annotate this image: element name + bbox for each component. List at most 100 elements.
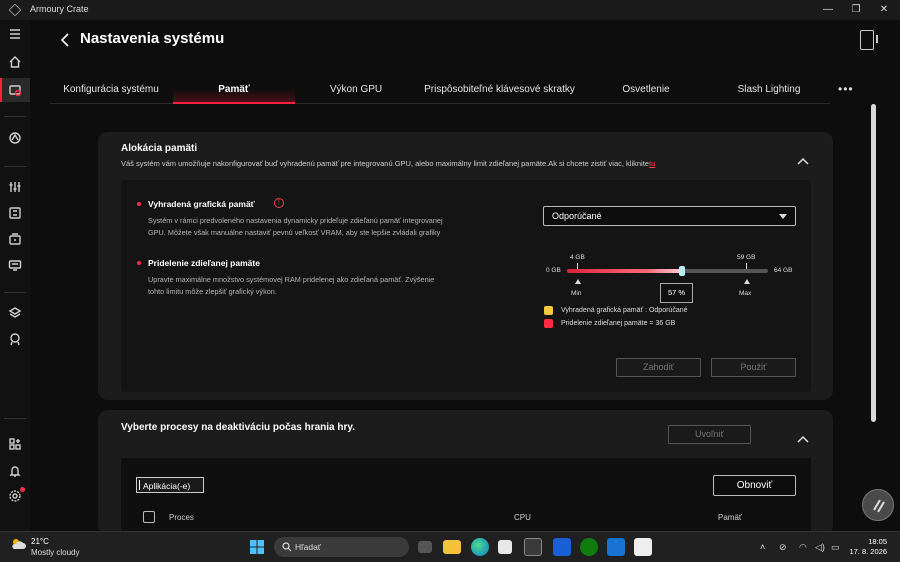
app-icon[interactable] xyxy=(634,538,652,556)
sidebar-divider xyxy=(4,166,26,167)
app-filter-input[interactable]: Aplikácia(-e) xyxy=(136,477,204,493)
myasus-icon[interactable] xyxy=(553,538,571,556)
discard-button[interactable]: Zahodiť xyxy=(616,358,701,377)
window-title: Armoury Crate xyxy=(30,4,89,14)
legend-swatch-dedicated xyxy=(544,306,553,315)
taskbar-search-placeholder: Hľadať xyxy=(295,542,321,552)
title-bar: Armoury Crate — ❐ ✕ xyxy=(0,0,900,20)
text-cursor xyxy=(139,480,140,490)
tab-system-configuration[interactable]: Konfigurácia systému xyxy=(50,80,172,104)
page-title: Nastavenia systému xyxy=(80,30,225,47)
slider-value-tooltip: 57 % xyxy=(660,283,693,303)
select-all-checkbox[interactable] xyxy=(143,511,155,523)
slider-low-mark-label: 4 GB xyxy=(570,254,585,261)
widgets-icon[interactable] xyxy=(7,436,23,452)
column-header-process[interactable]: Proces xyxy=(169,513,194,522)
sidebar-divider xyxy=(4,292,26,293)
weather-condition[interactable]: Mostly cloudy xyxy=(31,548,79,557)
dedicated-memory-desc-line2: GPU. Môžete však manuálne nastaviť pevnú… xyxy=(148,228,441,237)
memory-description-text: Váš systém vám umožňuje nakonfigurovať b… xyxy=(121,159,649,168)
clock-time[interactable]: 18:05 xyxy=(855,537,887,546)
column-header-memory[interactable]: Pamäť xyxy=(718,513,742,522)
tab-gpu-performance[interactable]: Výkon GPU xyxy=(295,80,417,104)
battery-icon[interactable]: ▭ xyxy=(831,542,840,553)
minimize-button[interactable]: — xyxy=(815,2,841,18)
tab-lighting[interactable]: Osvetlenie xyxy=(582,80,710,104)
shared-memory-slider[interactable] xyxy=(567,269,768,273)
search-icon xyxy=(282,542,292,552)
notification-bell-icon[interactable] xyxy=(7,463,23,479)
collapse-chevron-icon[interactable] xyxy=(797,430,809,443)
memory-panel-description: Váš systém vám umožňuje nakonfigurovať b… xyxy=(121,159,655,168)
device-settings-icon[interactable] xyxy=(7,82,23,98)
gamevisual-icon[interactable] xyxy=(7,205,23,221)
wifi-icon[interactable]: ◠ xyxy=(799,542,807,553)
min-marker[interactable] xyxy=(575,279,581,284)
sidebar-divider xyxy=(4,116,26,117)
slider-fill xyxy=(567,269,682,273)
home-icon[interactable] xyxy=(7,54,23,70)
legend-shared-label: Pridelenie zdieľanej pamäte = 36 GB xyxy=(561,320,676,327)
task-view-icon[interactable] xyxy=(418,541,432,553)
max-marker[interactable] xyxy=(744,279,750,284)
slider-max-label: 64 GB xyxy=(774,267,793,274)
learn-more-link[interactable]: tu xyxy=(649,159,655,168)
legend-dedicated-label: Vyhradená grafická pamäť : Odporúčané xyxy=(561,307,688,314)
process-list-box xyxy=(121,458,811,531)
close-button[interactable]: ✕ xyxy=(871,2,897,18)
column-header-cpu[interactable]: CPU xyxy=(514,513,531,522)
outlook-icon[interactable] xyxy=(607,538,625,556)
featured-apps-icon[interactable] xyxy=(7,305,23,321)
volume-icon[interactable]: ◁) xyxy=(815,542,825,553)
legend-swatch-shared xyxy=(544,319,553,328)
chevron-up-tray-icon[interactable]: ˄ xyxy=(760,542,765,552)
eye-off-icon[interactable]: ⊘ xyxy=(779,542,787,553)
slash-lighting-fab[interactable] xyxy=(862,489,894,521)
weather-temperature[interactable]: 21°C xyxy=(31,537,49,546)
tab-slash-lighting[interactable]: Slash Lighting xyxy=(710,80,828,104)
windows-start-icon[interactable] xyxy=(248,538,266,556)
dedicated-memory-dropdown[interactable]: Odporúčané xyxy=(543,206,796,226)
release-button[interactable]: Uvoľniť xyxy=(668,425,751,444)
back-arrow-icon[interactable] xyxy=(59,32,71,48)
store-icon[interactable] xyxy=(498,540,512,554)
clock-date[interactable]: 17. 8. 2026 xyxy=(844,547,887,556)
dedicated-memory-desc-line1: Systém v rámci predvoleného nastavenia d… xyxy=(148,216,443,225)
game-library-icon[interactable] xyxy=(7,231,23,247)
slider-max-caption: Max xyxy=(739,290,752,297)
aura-sync-icon[interactable] xyxy=(7,130,23,146)
apply-button[interactable]: Použiť xyxy=(711,358,796,377)
collapse-chevron-icon[interactable] xyxy=(797,152,809,165)
more-tabs-button[interactable]: ••• xyxy=(838,82,854,96)
dropdown-caret-icon xyxy=(779,214,787,219)
armoury-crate-taskbar-icon[interactable] xyxy=(524,538,542,556)
bullet-dot xyxy=(137,261,141,265)
news-icon[interactable] xyxy=(7,331,23,347)
taskbar-search[interactable]: Hľadať xyxy=(274,537,409,557)
slider-min-caption: Min xyxy=(571,290,582,297)
file-explorer-icon[interactable] xyxy=(443,540,461,554)
sidebar-divider xyxy=(4,418,26,419)
keyboard-icon[interactable] xyxy=(7,257,23,273)
tab-bar: Konfigurácia systému Pamäť Výkon GPU Pri… xyxy=(50,80,830,104)
process-panel-title: Vyberte procesy na deaktiváciu počas hra… xyxy=(121,422,355,433)
restore-button[interactable]: ❐ xyxy=(843,2,869,18)
slider-min-label: 0 GB xyxy=(546,267,561,274)
scenario-profiles-icon[interactable] xyxy=(7,179,23,195)
shared-memory-title: Pridelenie zdieľanej pamäte xyxy=(148,258,260,268)
refresh-button[interactable]: Obnoviť xyxy=(713,475,796,496)
edge-browser-icon[interactable] xyxy=(471,538,489,556)
hamburger-menu-icon[interactable] xyxy=(7,26,23,42)
slider-high-mark-label: 59 GB xyxy=(737,254,756,261)
cloud-sun-icon[interactable] xyxy=(11,537,27,551)
tab-custom-hotkeys[interactable]: Prispôsobiteľné klávesové skratky xyxy=(417,80,582,104)
scrollbar[interactable] xyxy=(871,104,876,422)
app-filter-value: Aplikácia(-e) xyxy=(143,481,191,491)
slider-thumb[interactable] xyxy=(678,266,685,276)
shared-memory-desc-line1: Upravte maximálne množstvo systémovej RA… xyxy=(148,275,435,284)
device-icon[interactable] xyxy=(860,30,878,50)
tab-memory[interactable]: Pamäť xyxy=(173,80,295,104)
app-logo-icon xyxy=(8,3,22,17)
xbox-icon[interactable] xyxy=(580,538,598,556)
info-icon[interactable]: ! xyxy=(274,198,284,208)
